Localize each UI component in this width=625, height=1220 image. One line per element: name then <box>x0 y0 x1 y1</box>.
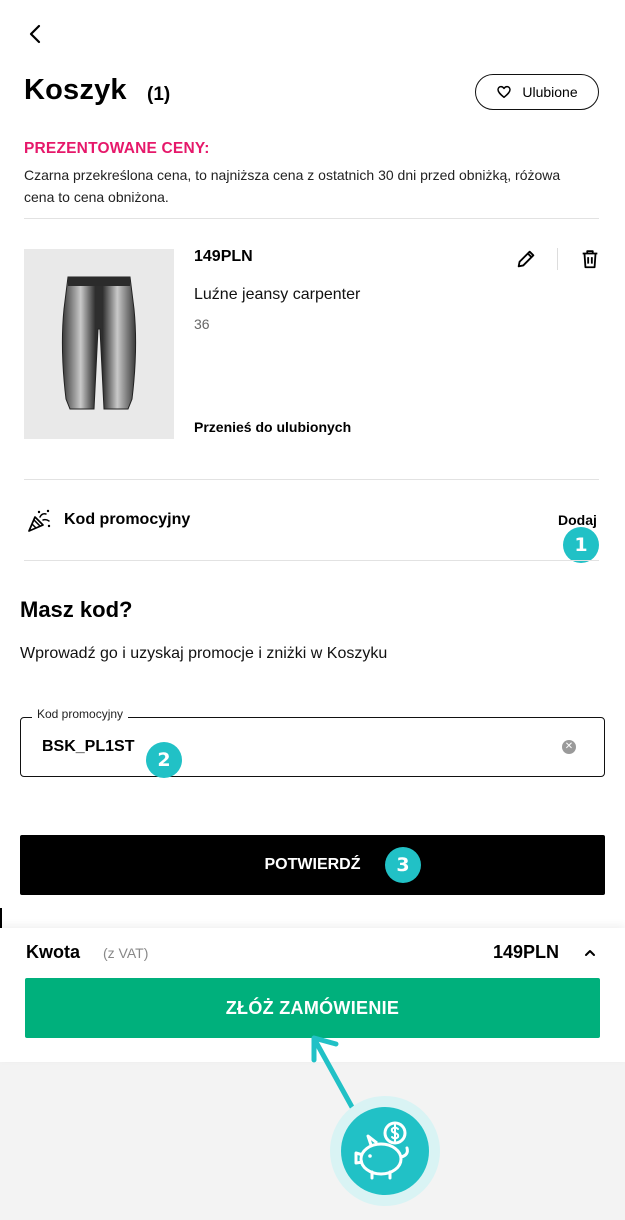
divider <box>24 479 599 480</box>
back-arrow-icon <box>29 24 41 44</box>
promo-code-input[interactable] <box>42 733 522 761</box>
pencil-icon[interactable] <box>515 248 537 270</box>
prices-info-title: PREZENTOWANE CENY: <box>24 140 210 157</box>
party-popper-icon <box>26 508 52 534</box>
add-promo-link[interactable]: Dodaj <box>558 512 597 528</box>
amount-value: 149PLN <box>493 942 560 962</box>
favorites-button[interactable]: Ulubione <box>475 74 599 110</box>
piggy-bank-icon <box>341 1107 429 1195</box>
trash-icon[interactable] <box>579 248 601 270</box>
code-form-title: Masz kod? <box>20 597 133 622</box>
clear-icon[interactable]: ✕ <box>562 740 576 754</box>
cart-count: (1) <box>147 84 171 105</box>
icon-separator <box>557 248 558 270</box>
promo-code-label: Kod promocyjny <box>64 511 191 528</box>
product-image[interactable] <box>24 249 174 439</box>
chevron-up-icon[interactable] <box>583 945 597 959</box>
heart-icon <box>497 85 512 99</box>
vat-label: (z VAT) <box>103 945 149 961</box>
product-name[interactable]: Luźne jeansy carpenter <box>194 286 360 304</box>
promo-code-field-label: Kod promocyjny <box>32 707 129 721</box>
code-form-subtitle: Wprowadź go i uzyskaj promocje i zniżki … <box>20 645 388 662</box>
product-size: 36 <box>194 316 210 332</box>
move-to-favorites-link[interactable]: Przenieś do ulubionych <box>194 419 351 435</box>
prices-info-text: Czarna przekreślona cena, to najniższa c… <box>24 167 561 205</box>
amount-label: Kwota <box>26 942 80 962</box>
step-badge-1: 1 <box>563 527 599 563</box>
step-badge-2: 2 <box>146 742 182 778</box>
place-order-button[interactable]: ZŁÓŻ ZAMÓWIENIE <box>25 978 600 1038</box>
divider <box>24 560 599 561</box>
step-badge-3: 3 <box>385 847 421 883</box>
confirm-label: POTWIERDŹ <box>264 856 361 873</box>
back-button[interactable] <box>22 20 50 48</box>
cart-page <box>0 0 625 1062</box>
page-title: Koszyk <box>24 74 127 106</box>
product-price: 149PLN <box>194 248 253 265</box>
favorites-label: Ulubione <box>522 84 578 100</box>
confirm-button[interactable]: POTWIERDŹ <box>20 835 605 895</box>
divider <box>24 218 599 219</box>
place-order-label: ZŁÓŻ ZAMÓWIENIE <box>225 997 400 1018</box>
